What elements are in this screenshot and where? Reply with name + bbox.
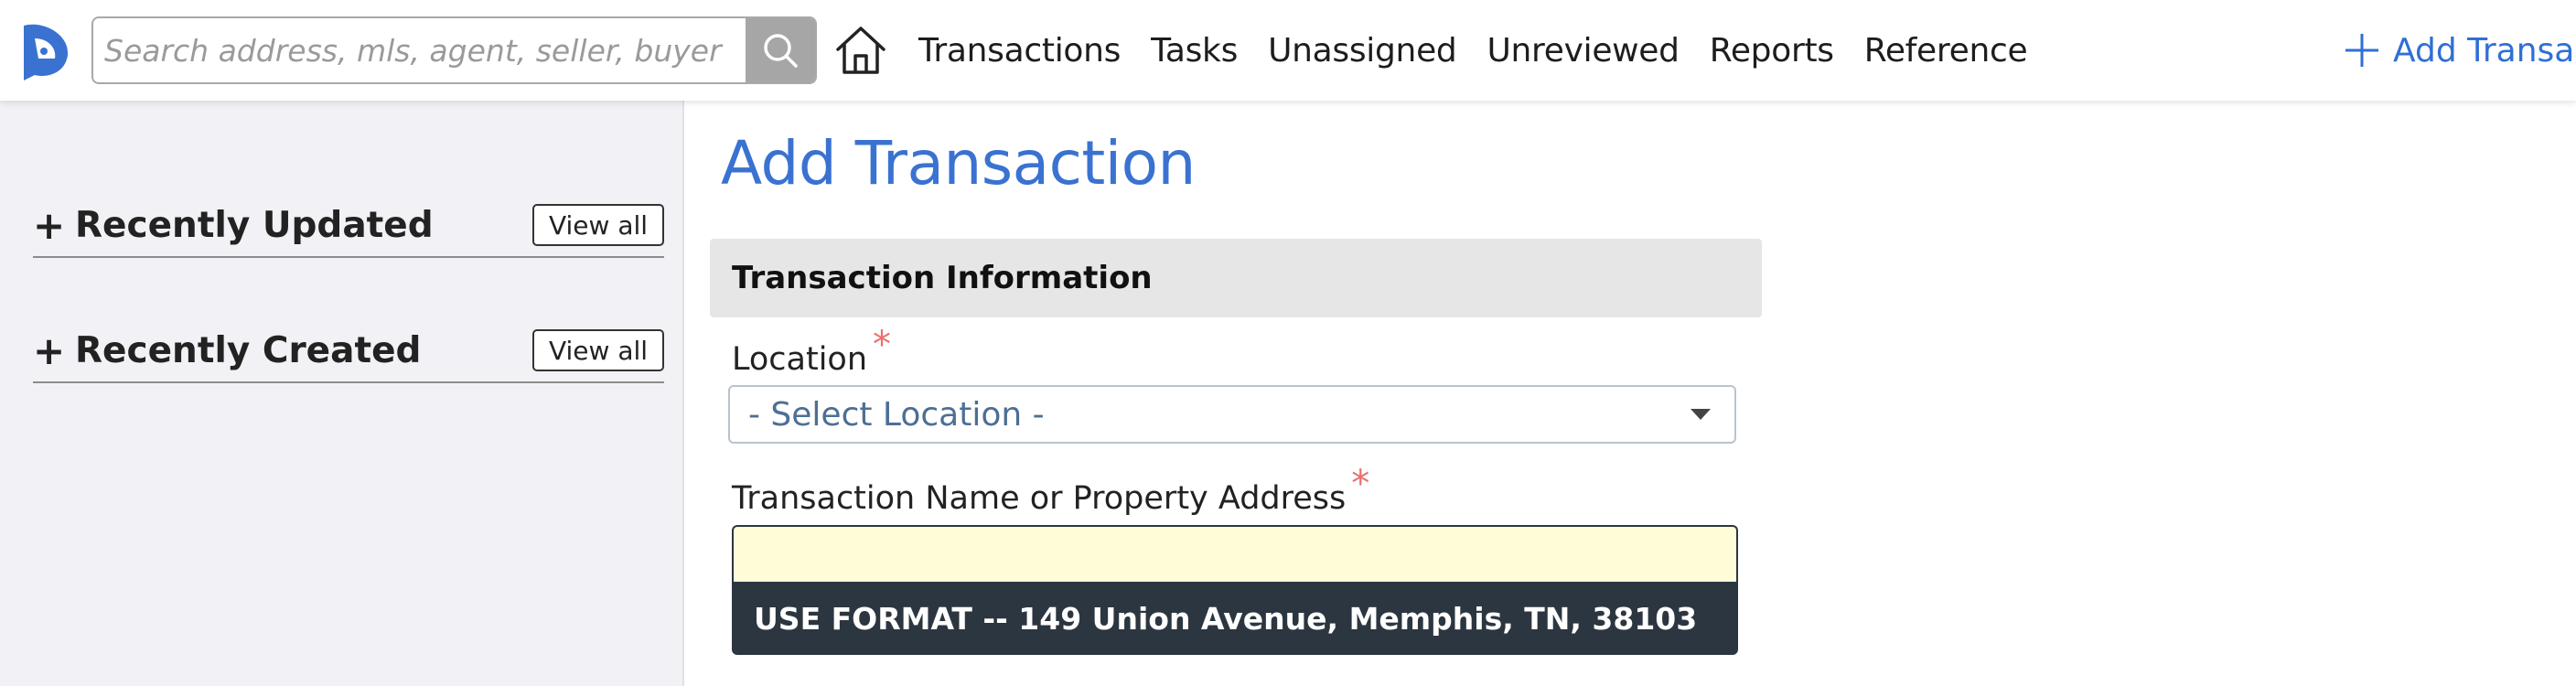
top-navbar: Transactions Tasks Unassigned Unreviewed…: [0, 0, 2576, 101]
nav-reference[interactable]: Reference: [1864, 32, 2028, 70]
format-hint: USE FORMAT -- 149 Union Avenue, Memphis,…: [732, 582, 1738, 655]
transaction-name-input[interactable]: [732, 525, 1738, 584]
section-title: Transaction Information: [732, 260, 1153, 296]
required-marker: *: [1351, 463, 1370, 505]
global-search: [91, 16, 817, 84]
search-button[interactable]: [746, 18, 815, 82]
home-icon[interactable]: [832, 24, 889, 77]
search-input[interactable]: [93, 18, 746, 82]
location-label-text: Location: [732, 341, 868, 378]
view-all-button[interactable]: View all: [532, 329, 664, 371]
recently-updated-section: + Recently Updated View all: [33, 203, 664, 258]
chevron-down-icon: [1690, 409, 1711, 420]
expand-toggle[interactable]: +: [33, 203, 75, 248]
section-header: Transaction Information: [710, 239, 1762, 317]
section-title[interactable]: Recently Created: [75, 330, 532, 371]
section-title[interactable]: Recently Updated: [75, 205, 532, 246]
main-nav: Transactions Tasks Unassigned Unreviewed…: [918, 0, 2057, 101]
add-transaction-button[interactable]: Add Transa: [2344, 0, 2574, 101]
add-transaction-label: Add Transa: [2393, 31, 2575, 70]
nav-unassigned[interactable]: Unassigned: [1268, 32, 1457, 70]
transaction-name-label: Transaction Name or Property Address *: [732, 463, 1369, 518]
sidebar: + Recently Updated View all + Recently C…: [0, 101, 684, 686]
location-select[interactable]: - Select Location -: [728, 385, 1736, 444]
required-marker: *: [873, 324, 892, 366]
nav-tasks[interactable]: Tasks: [1151, 32, 1238, 70]
nav-transactions[interactable]: Transactions: [918, 32, 1121, 70]
expand-toggle[interactable]: +: [33, 328, 75, 373]
view-all-button[interactable]: View all: [532, 204, 664, 246]
plus-icon: [2345, 34, 2378, 67]
location-label: Location *: [732, 324, 891, 379]
recently-created-section: + Recently Created View all: [33, 328, 664, 383]
format-hint-text: USE FORMAT -- 149 Union Avenue, Memphis,…: [754, 600, 1698, 637]
nav-unreviewed[interactable]: Unreviewed: [1487, 32, 1680, 70]
page-title: Add Transaction: [721, 128, 1196, 198]
location-selected-value: - Select Location -: [748, 395, 1045, 434]
brand-logo-icon[interactable]: [16, 18, 75, 82]
nav-reports[interactable]: Reports: [1710, 32, 1834, 70]
search-icon: [764, 34, 798, 68]
transaction-name-label-text: Transaction Name or Property Address: [732, 480, 1347, 517]
